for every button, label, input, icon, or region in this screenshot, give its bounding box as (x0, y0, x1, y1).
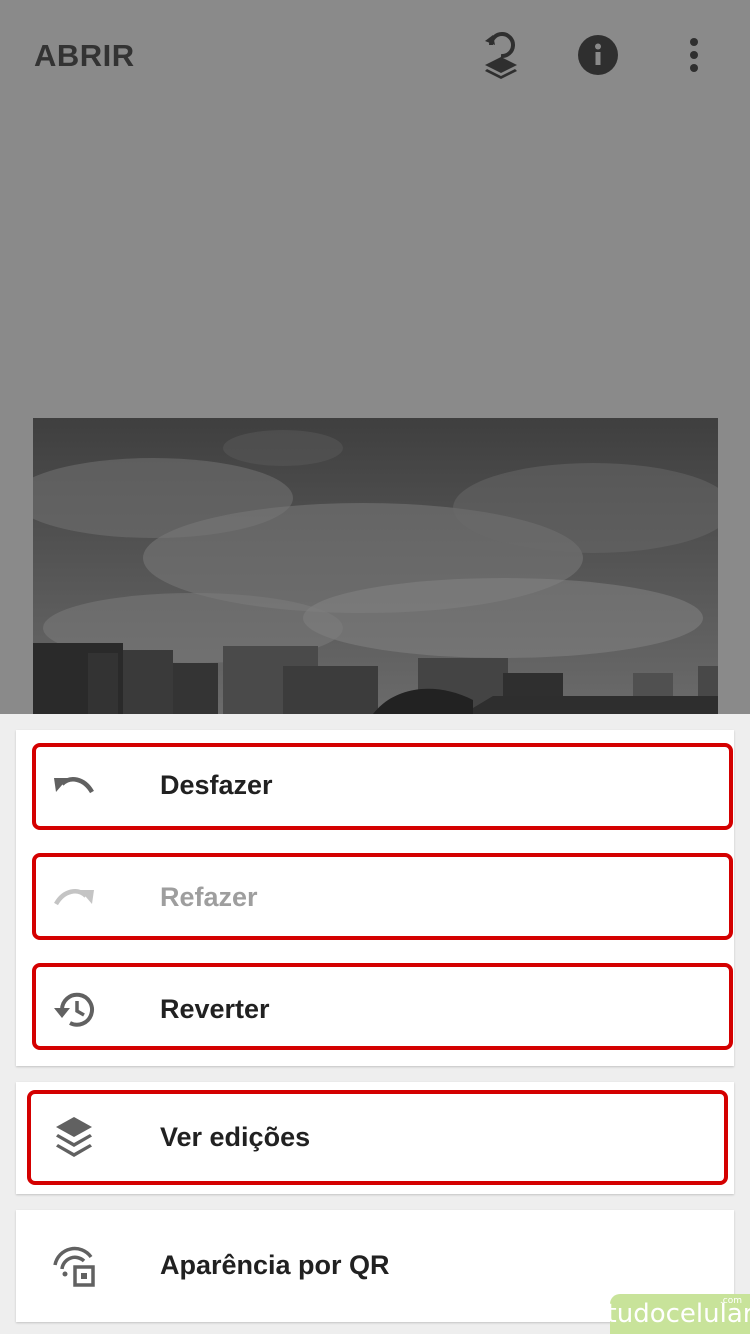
view-edits-menu-item[interactable]: Ver edições (16, 1082, 734, 1194)
undo-label: Desfazer (160, 770, 273, 800)
layers-revert-icon[interactable] (476, 30, 526, 80)
redo-label: Refazer (160, 882, 258, 912)
photo-preview (33, 418, 718, 714)
undo-menu-item[interactable]: Desfazer (16, 730, 734, 842)
qr-look-label: Aparência por QR (160, 1250, 390, 1280)
app-bar: ABRIR (0, 0, 750, 112)
view-edits-label: Ver edições (160, 1122, 311, 1152)
watermark-suffix: .com (719, 1296, 742, 1306)
revert-menu-item[interactable]: Reverter (16, 954, 734, 1066)
history-card: Desfazer Refazer Reverter (16, 730, 734, 1066)
layers-icon (48, 1112, 100, 1164)
qr-look-icon (48, 1240, 100, 1292)
revert-label: Reverter (160, 994, 270, 1024)
redo-menu-item[interactable]: Refazer (16, 842, 734, 954)
open-button[interactable]: ABRIR (34, 38, 135, 74)
edits-card: Ver edições (16, 1082, 734, 1194)
more-vert-icon[interactable] (669, 30, 719, 80)
watermark-logo: tudocelular .com (607, 1294, 750, 1334)
history-icon (48, 984, 100, 1036)
undo-icon (48, 760, 100, 812)
bottom-sheet: Desfazer Refazer Reverter Ver edições Ap… (0, 714, 750, 1334)
info-icon[interactable] (573, 30, 623, 80)
redo-icon (48, 872, 100, 924)
